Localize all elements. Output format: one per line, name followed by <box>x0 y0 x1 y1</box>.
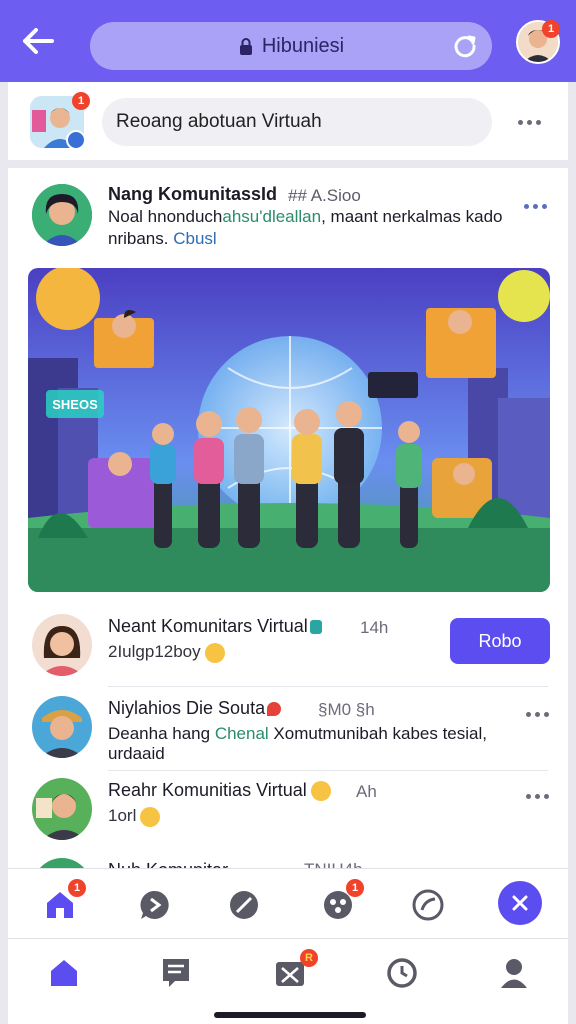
commenter-name[interactable]: Reahr Komunitias Virtual <box>108 780 331 802</box>
post-author-avatar[interactable] <box>32 184 92 246</box>
home-icon <box>51 960 77 986</box>
commenter-avatar[interactable] <box>32 778 92 840</box>
post-text: Noal hnonduchahsu'dleallan, maant nerkal… <box>108 207 503 248</box>
action-toolbar: 1 1 <box>8 868 568 938</box>
home-badge: 1 <box>68 879 86 897</box>
page-title: Hibuniesi <box>261 34 345 57</box>
follow-button[interactable]: Robo <box>450 618 550 664</box>
chat-bubble-icon <box>140 890 169 919</box>
comment-item: Niylahios Die Souta §M0 §h Deanha hang C… <box>28 696 550 772</box>
close-tab-button[interactable] <box>498 881 542 925</box>
divider <box>108 770 548 771</box>
refresh-icon[interactable] <box>452 33 478 59</box>
divider <box>108 686 548 687</box>
person-avatar-icon <box>32 614 92 676</box>
community-badge: 1 <box>346 879 364 897</box>
more-options-icon[interactable] <box>518 120 541 125</box>
user-icon <box>501 959 527 988</box>
tag-icon <box>309 620 322 635</box>
nav-home[interactable] <box>44 953 84 993</box>
home-indicator <box>214 1012 366 1018</box>
composer-input[interactable]: Reoang abotuan Virtuah <box>102 98 492 146</box>
commenter-name[interactable]: Niylahios Die Souta <box>108 698 282 719</box>
laugh-emoji-icon <box>140 806 161 827</box>
commenter-name[interactable]: Nuh Komunitar <box>108 860 228 868</box>
compass-icon <box>230 891 258 919</box>
comment-time: 14h <box>360 618 389 637</box>
post-author-name[interactable]: Nang KomunitassId <box>108 184 277 205</box>
post-composer: 1 Reoang abotuan Virtuah <box>8 82 568 160</box>
post-meta: ## A.Sioo <box>288 186 361 205</box>
arrow-left-icon <box>23 28 54 54</box>
clock-bubble-icon <box>387 958 417 988</box>
comment-more-icon[interactable] <box>526 794 549 799</box>
community-illustration: SHEOS <box>28 268 550 592</box>
message-icon <box>163 959 189 987</box>
comment-time: Ah <box>356 782 377 801</box>
notification-badge: R <box>300 949 318 967</box>
comment-text: 2Iulgp12boy <box>108 642 225 663</box>
nav-messages[interactable] <box>156 953 196 993</box>
nav-activity[interactable] <box>382 953 422 993</box>
add-icon <box>66 130 86 150</box>
commenter-avatar[interactable] <box>32 858 92 868</box>
smile-emoji-icon <box>204 642 225 663</box>
comment-text: 1orl <box>108 806 161 827</box>
heart-eyes-emoji-icon <box>310 781 331 802</box>
comment-item: Reahr Komunitias Virtual Ah 1orl <box>28 778 550 848</box>
comment-time: §M0 §h <box>318 700 375 719</box>
comment-text: Deanha hang Chenal Xomutmunibah kabes te… <box>108 724 487 763</box>
commenter-name[interactable]: Neant Komunitars Virtual <box>108 616 322 637</box>
notification-badge: 1 <box>542 20 560 38</box>
commenter-avatar[interactable] <box>32 614 92 676</box>
top-bar: Hibuniesi 1 <box>0 0 576 82</box>
lock-icon <box>239 38 252 55</box>
address-bar[interactable]: Hibuniesi <box>90 22 492 70</box>
person-avatar-icon <box>32 696 92 758</box>
explore-tab[interactable] <box>224 885 264 925</box>
neon-sign-text: SHEOS <box>52 397 98 412</box>
share-icon <box>412 889 444 921</box>
comment-item: Nuh Komunitar TNIH4h <box>28 858 550 868</box>
back-button[interactable] <box>16 19 60 63</box>
person-avatar-icon <box>32 778 92 840</box>
post-image[interactable]: SHEOS <box>28 268 550 592</box>
post-card: Nang KomunitassId ## A.Sioo Noal hnonduc… <box>8 168 568 868</box>
share-tab[interactable] <box>408 885 448 925</box>
composer-badge: 1 <box>72 92 90 110</box>
comment-more-icon[interactable] <box>526 712 549 717</box>
post-link[interactable]: Cbusl <box>173 229 216 248</box>
chat-tab[interactable] <box>134 885 174 925</box>
comment-item: Neant Komunitars Virtual 14h 2Iulgp12boy… <box>28 614 550 684</box>
heart-icon <box>267 702 282 717</box>
person-avatar-icon <box>32 184 92 246</box>
comment-time: TNIH4h <box>304 860 363 868</box>
nav-profile[interactable] <box>494 953 534 993</box>
close-icon <box>512 895 528 911</box>
commenter-avatar[interactable] <box>32 696 92 758</box>
